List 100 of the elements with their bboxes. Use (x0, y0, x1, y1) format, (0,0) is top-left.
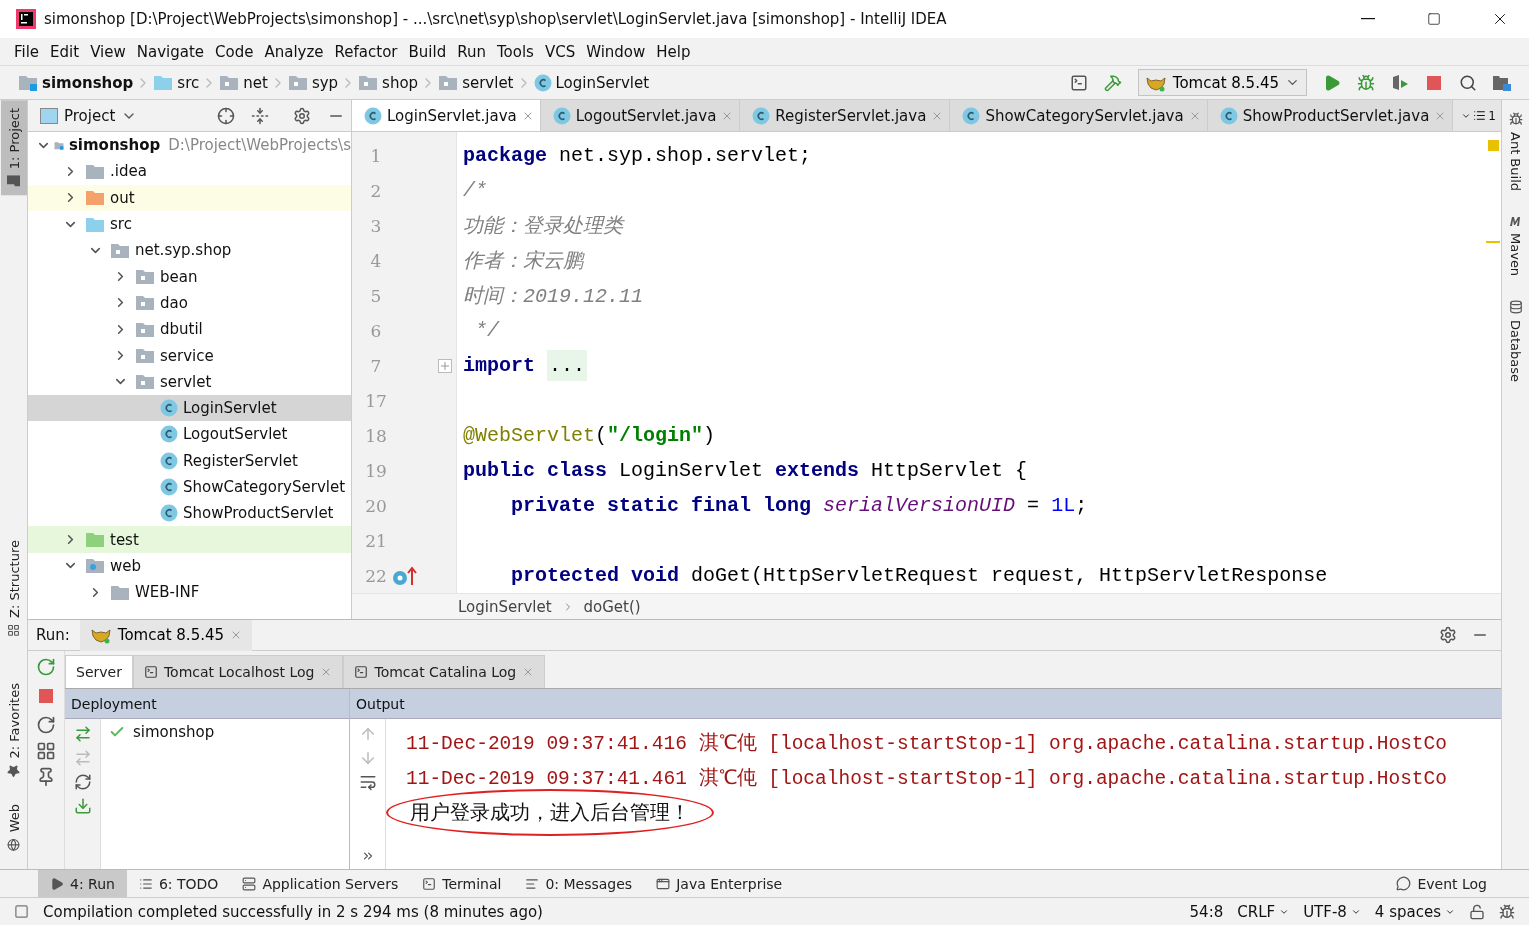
line-separator-selector[interactable]: CRLF (1237, 902, 1290, 921)
tree-item[interactable]: net.syp.shop (28, 237, 351, 264)
override-marker-icon[interactable] (392, 564, 418, 587)
fold-marker-icon[interactable] (438, 358, 452, 373)
editor-tab[interactable]: LogoutServlet.java (540, 100, 741, 131)
tree-item[interactable]: bean (28, 263, 351, 290)
status-message: Compilation completed successfully in 2 s 294 ms (8 minutes ago) (43, 902, 543, 921)
run-tab[interactable]: Tomcat 8.5.45 (79, 619, 253, 651)
tree-item[interactable]: simonshop D:\Project\WebProjects\s (28, 132, 351, 159)
menu-item[interactable]: VCS (540, 40, 580, 63)
encoding-selector[interactable]: UTF-8 (1303, 902, 1361, 921)
tree-item[interactable]: web (28, 552, 351, 580)
editor-tab[interactable]: LoginServlet.java (352, 100, 541, 131)
breadcrumb-item[interactable]: simonshop (42, 73, 134, 92)
tree-item[interactable]: LogoutServlet (28, 421, 351, 448)
menu-item[interactable]: Run (453, 40, 490, 63)
speech-bubble-icon (1396, 876, 1412, 891)
menu-item[interactable]: Refactor (330, 40, 402, 63)
settings-icon[interactable] (1439, 626, 1457, 644)
editor-tab[interactable]: RegisterServlet.java (740, 100, 951, 131)
breadcrumb-item[interactable]: servlet (462, 73, 514, 92)
tool-tab[interactable]: Java Enterprise (644, 869, 795, 898)
menu-item[interactable]: Edit (46, 40, 84, 63)
breadcrumb-item[interactable]: LoginServlet (555, 73, 650, 92)
menu-item[interactable]: View (86, 40, 130, 63)
breadcrumb-item[interactable]: net (243, 73, 268, 92)
menu-item[interactable]: Analyze (260, 40, 328, 63)
settings-icon[interactable] (293, 106, 311, 125)
run-sub-tab[interactable]: Tomcat Catalina Log (343, 655, 546, 688)
event-log-button[interactable]: Event Log (1384, 869, 1499, 898)
inspector-icon[interactable] (1499, 903, 1515, 920)
run-sub-tab[interactable]: Server (65, 655, 133, 688)
tool-window-tab[interactable]: Maven (1502, 207, 1529, 285)
breadcrumb-item[interactable]: LoginServlet (458, 597, 552, 616)
editor-tab[interactable]: ShowCategoryServlet.java (950, 100, 1208, 131)
refresh-icon[interactable] (73, 773, 92, 791)
tool-tab[interactable]: Application Servers (230, 869, 411, 898)
menu-item[interactable]: Help (652, 40, 695, 63)
layout-icon[interactable] (36, 741, 56, 761)
tree-item[interactable]: .idea (28, 158, 351, 185)
wrap-icon[interactable] (358, 773, 377, 791)
tree-item[interactable]: service (28, 342, 351, 369)
rerun-icon[interactable] (36, 657, 56, 677)
breadcrumb-item[interactable]: syp (311, 73, 339, 92)
tool-window-tab[interactable]: 1: Project (0, 100, 27, 196)
pin-icon[interactable] (36, 767, 56, 787)
tree-item[interactable]: ShowProductServlet (28, 500, 351, 527)
line-number: 2 (369, 180, 383, 201)
run-label: Run: (36, 626, 70, 644)
tool-window-tab[interactable]: Web (0, 795, 27, 859)
tree-item[interactable]: servlet (28, 368, 351, 395)
restart-icon[interactable] (36, 715, 56, 735)
editor-tab[interactable]: ShowProductServlet.java (1207, 100, 1454, 131)
menu-item[interactable]: Code (211, 40, 258, 63)
run-config-dropdown[interactable]: Tomcat 8.5.45 (1137, 69, 1307, 96)
folder-icon (85, 215, 105, 233)
panel-title[interactable]: Project (64, 106, 116, 125)
menu-item[interactable]: Window (582, 40, 650, 63)
tool-window-tab[interactable]: 2: Favorites (0, 675, 27, 786)
tree-item[interactable]: src (28, 210, 351, 238)
cursor-position[interactable]: 54:8 (1189, 902, 1224, 921)
menu-item[interactable]: File (10, 40, 44, 63)
collapse-icon[interactable] (251, 106, 269, 125)
tree-label: RegisterServlet (183, 451, 298, 470)
line-number: 1 (369, 145, 383, 166)
breadcrumb-item[interactable]: src (177, 73, 200, 92)
locate-icon[interactable] (217, 106, 235, 125)
package-icon (135, 373, 155, 391)
code-line: 作者：宋云鹏 (463, 249, 586, 275)
menu-item[interactable]: Navigate (132, 40, 209, 63)
lock-icon[interactable] (1469, 903, 1485, 920)
tree-item[interactable]: ShowCategoryServlet (28, 473, 351, 501)
tool-tab[interactable]: Terminal (410, 869, 514, 898)
indent-selector[interactable]: 4 spaces (1374, 902, 1455, 921)
tree-item[interactable]: out (28, 184, 351, 211)
tree-item[interactable]: dbutil (28, 316, 351, 343)
tool-window-tab[interactable]: Database (1502, 292, 1529, 391)
run-sub-tab[interactable]: Tomcat Localhost Log (132, 655, 344, 688)
tree-item[interactable]: dao (28, 289, 351, 317)
breadcrumb-item[interactable]: shop (382, 73, 419, 92)
tab-list-button[interactable]: 1 (1453, 100, 1504, 131)
tool-window-tab[interactable]: Z: Structure (0, 532, 27, 646)
deploy-icon[interactable] (73, 725, 92, 743)
breadcrumb-item[interactable]: doGet() (583, 597, 641, 616)
tree-item[interactable]: WEB-INF (28, 579, 351, 606)
menu-item[interactable]: Tools (492, 40, 538, 63)
tree-item[interactable]: RegisterServlet (28, 447, 351, 474)
menu-item[interactable]: Build (404, 40, 451, 63)
line-number: 19 (364, 460, 388, 481)
tree-item[interactable]: test (28, 526, 351, 553)
tree-label: WEB-INF (135, 583, 200, 602)
deployment-item[interactable]: simonshop (133, 723, 215, 741)
code-line: @WebServlet("/login") (463, 423, 717, 449)
tool-window-tab[interactable]: Ant Build (1502, 104, 1529, 199)
tree-item[interactable]: LoginServlet (28, 394, 351, 422)
download-icon[interactable] (73, 797, 92, 815)
tool-tab[interactable]: 4: Run (38, 869, 127, 898)
tool-tab[interactable]: 6: TODO (126, 869, 231, 898)
minimize-icon (1361, 18, 1375, 20)
tool-tab[interactable]: 0: Messages (513, 869, 645, 898)
